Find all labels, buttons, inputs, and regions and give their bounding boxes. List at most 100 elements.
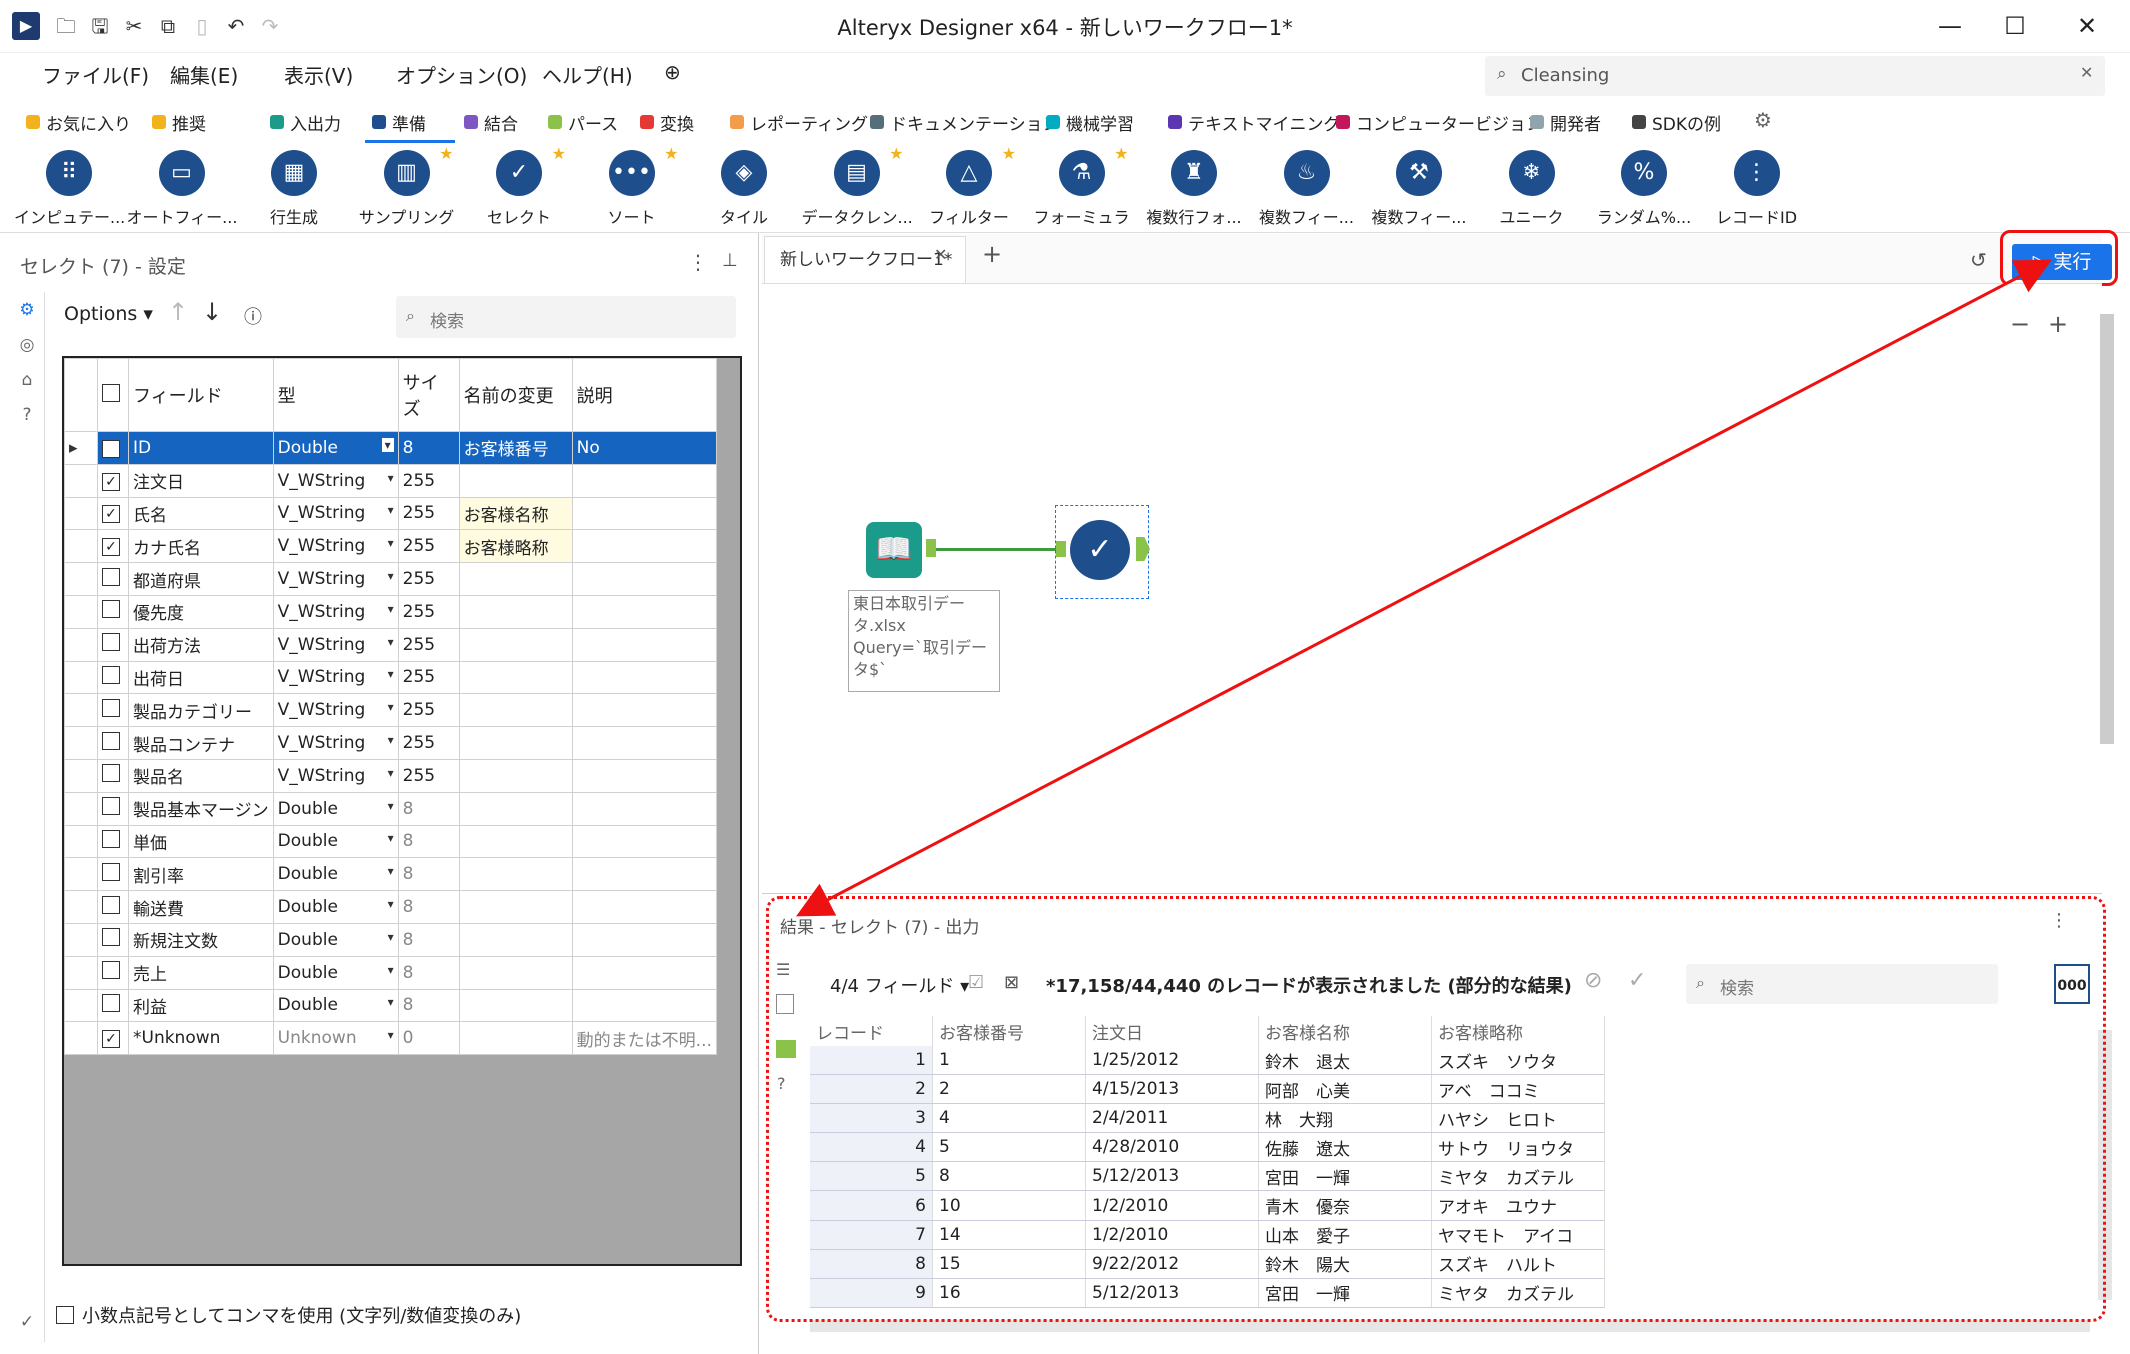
field-name[interactable]: 都道府県 bbox=[128, 562, 274, 596]
field-type[interactable]: V_WString ▾ bbox=[272, 562, 399, 596]
zoom-in-button[interactable]: + bbox=[2048, 310, 2068, 338]
category-settings-gear-icon[interactable]: ⚙ bbox=[1754, 108, 1772, 132]
tag-icon[interactable]: ⌂ bbox=[16, 370, 38, 392]
decimal-comma-checkbox[interactable] bbox=[56, 1306, 74, 1324]
tool-10[interactable]: ♜ 複数行フォ... bbox=[1139, 150, 1249, 228]
checkbox-icon[interactable] bbox=[102, 600, 120, 619]
field-description[interactable] bbox=[571, 857, 717, 892]
field-row[interactable]: 製品基本マージン Double ▾ 8 bbox=[64, 791, 717, 826]
checkbox-icon[interactable]: ✓ bbox=[102, 1030, 120, 1049]
checkbox-icon[interactable] bbox=[102, 567, 120, 586]
field-checkbox[interactable] bbox=[97, 594, 129, 629]
menu-view[interactable]: 表示(V) bbox=[284, 60, 353, 89]
field-description[interactable] bbox=[571, 922, 717, 957]
checkbox-icon[interactable]: ✓ bbox=[102, 472, 120, 491]
field-rename[interactable]: お客様番号 bbox=[458, 431, 573, 465]
field-description[interactable] bbox=[571, 791, 717, 826]
info-icon[interactable]: ⓘ bbox=[244, 303, 262, 329]
check-circle-icon[interactable]: ✓ bbox=[16, 1312, 38, 1334]
category-tab-6[interactable]: 変換 bbox=[640, 106, 694, 138]
type-dropdown-icon[interactable]: ▾ bbox=[388, 471, 394, 485]
field-name[interactable]: 輸送費 bbox=[128, 890, 274, 924]
field-size[interactable]: 8 bbox=[397, 431, 460, 465]
settings-gear-icon[interactable]: ⚙ bbox=[16, 300, 38, 322]
field-row[interactable]: 製品名 V_WString ▾ 255 bbox=[64, 758, 717, 793]
workflow-canvas[interactable] bbox=[762, 283, 2102, 892]
field-rename[interactable] bbox=[458, 988, 573, 1023]
field-name[interactable]: 優先度 bbox=[128, 594, 274, 629]
type-dropdown-icon[interactable]: ▾ bbox=[388, 766, 394, 780]
field-size[interactable]: 255 bbox=[397, 529, 460, 564]
input-node-output-anchor[interactable] bbox=[926, 539, 936, 557]
field-name[interactable]: 製品コンテナ bbox=[128, 726, 274, 760]
field-row[interactable]: 輸送費 Double ▾ 8 bbox=[64, 890, 717, 924]
field-type[interactable]: V_WString ▾ bbox=[272, 594, 399, 629]
field-description[interactable] bbox=[571, 955, 717, 990]
category-tab-1[interactable]: 推奨 bbox=[152, 106, 206, 138]
field-row[interactable]: 製品カテゴリー V_WString ▾ 255 bbox=[64, 693, 717, 728]
field-row[interactable]: ✓ *Unknown Unknown ▾ 0 動的または不明... bbox=[64, 1021, 717, 1056]
field-checkbox[interactable] bbox=[97, 693, 129, 728]
field-checkbox[interactable]: ✓ bbox=[97, 529, 129, 564]
field-size[interactable]: 8 bbox=[397, 955, 460, 990]
field-description[interactable] bbox=[571, 627, 717, 662]
field-description[interactable] bbox=[571, 988, 717, 1023]
canvas-scrollbar[interactable] bbox=[2100, 314, 2114, 744]
field-description[interactable]: No bbox=[571, 431, 717, 465]
field-size[interactable]: 8 bbox=[397, 857, 460, 892]
type-dropdown-icon[interactable]: ▾ bbox=[388, 1028, 394, 1042]
field-size[interactable]: 255 bbox=[397, 463, 460, 498]
tool-13[interactable]: ❄ ユニーク bbox=[1477, 150, 1587, 228]
field-row[interactable]: ✓ 注文日 V_WString ▾ 255 bbox=[64, 463, 717, 498]
field-checkbox[interactable]: ✓ bbox=[97, 463, 129, 498]
field-name[interactable]: 単価 bbox=[128, 824, 274, 859]
tool-5[interactable]: ••• ソート ★ bbox=[577, 144, 687, 228]
checkbox-icon[interactable] bbox=[102, 961, 120, 980]
category-tab-9[interactable]: 機械学習 bbox=[1046, 106, 1134, 138]
checkbox-icon[interactable] bbox=[102, 731, 120, 750]
field-row[interactable]: 優先度 V_WString ▾ 255 bbox=[64, 594, 717, 629]
field-checkbox[interactable] bbox=[97, 922, 129, 957]
field-row[interactable]: 割引率 Double ▾ 8 bbox=[64, 857, 717, 892]
field-rename[interactable] bbox=[458, 824, 573, 859]
field-checkbox[interactable] bbox=[97, 758, 129, 793]
new-tab-plus-icon[interactable]: + bbox=[982, 240, 1002, 268]
field-name[interactable]: 注文日 bbox=[128, 463, 274, 498]
field-rename[interactable] bbox=[458, 594, 573, 629]
checkbox-icon[interactable] bbox=[102, 895, 120, 914]
tool-3[interactable]: ▥ サンプリング ★ bbox=[352, 144, 462, 228]
type-dropdown-icon[interactable]: ▾ bbox=[388, 799, 394, 813]
close-tab-icon[interactable]: ✕ bbox=[934, 245, 947, 264]
field-name[interactable]: 売上 bbox=[128, 955, 274, 990]
field-size[interactable]: 255 bbox=[397, 758, 460, 793]
tool-8[interactable]: △ フィルター ★ bbox=[914, 144, 1024, 228]
field-rename[interactable] bbox=[458, 660, 573, 695]
field-row[interactable]: 単価 Double ▾ 8 bbox=[64, 824, 717, 859]
checkbox-icon[interactable] bbox=[102, 862, 120, 881]
checkbox-icon[interactable] bbox=[102, 665, 120, 684]
field-row[interactable]: 都道府県 V_WString ▾ 255 bbox=[64, 562, 717, 596]
type-dropdown-icon[interactable]: ▾ bbox=[388, 897, 394, 911]
field-type[interactable]: V_WString ▾ bbox=[272, 627, 399, 662]
decimal-comma-option[interactable]: 小数点記号としてコンマを使用 (文字列/数値変換のみ) bbox=[56, 1302, 521, 1328]
help-icon[interactable]: ? bbox=[16, 405, 38, 427]
field-rename[interactable] bbox=[458, 857, 573, 892]
type-dropdown-icon[interactable]: ▾ bbox=[388, 569, 394, 583]
workflow-connection[interactable] bbox=[930, 548, 1062, 551]
field-description[interactable] bbox=[571, 562, 717, 596]
field-size[interactable]: 8 bbox=[397, 824, 460, 859]
field-type[interactable]: Double ▾ bbox=[272, 824, 399, 859]
field-description[interactable] bbox=[571, 726, 717, 760]
type-dropdown-icon[interactable]: ▾ bbox=[388, 930, 394, 944]
field-size[interactable]: 255 bbox=[397, 726, 460, 760]
field-type[interactable]: Double ▾ bbox=[272, 922, 399, 957]
tool-2[interactable]: ▦ 行生成 bbox=[239, 150, 349, 228]
field-size[interactable]: 255 bbox=[397, 562, 460, 596]
field-checkbox[interactable] bbox=[97, 791, 129, 826]
field-size[interactable]: 255 bbox=[397, 496, 460, 531]
type-dropdown-icon[interactable]: ▾ bbox=[388, 503, 394, 517]
zoom-out-button[interactable]: − bbox=[2010, 310, 2030, 338]
field-rename[interactable] bbox=[458, 726, 573, 760]
field-rename[interactable] bbox=[458, 955, 573, 990]
type-dropdown-icon[interactable]: ▾ bbox=[388, 963, 394, 977]
